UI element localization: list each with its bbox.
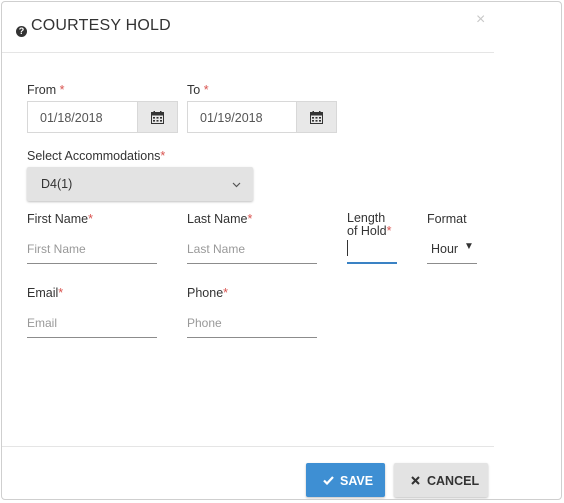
calendar-icon (310, 111, 323, 124)
from-date-field[interactable]: 01/18/2018 (27, 101, 178, 133)
cancel-label: CANCEL (427, 474, 480, 488)
check-icon (323, 476, 334, 485)
courtesy-hold-dialog: ? COURTESY HOLD × From * 01/18/2018 To * (1, 1, 562, 500)
length-of-hold-label: Length of Hold* (347, 212, 391, 238)
required-mark: * (223, 286, 229, 300)
last-name-label: Last Name* (187, 212, 252, 226)
from-label: From * (27, 83, 65, 97)
phone-label: Phone* (187, 286, 228, 300)
accommodations-label: Select Accommodations* (27, 149, 165, 163)
save-label: SAVE (340, 474, 374, 488)
chevron-down-icon (232, 182, 241, 188)
question-circle-icon[interactable]: ? (16, 26, 27, 37)
required-mark: * (88, 212, 93, 226)
first-name-label-text: First Name (27, 212, 89, 226)
format-label: Format (427, 212, 467, 226)
format-select[interactable]: Hour ▼ (427, 236, 477, 264)
to-calendar-button[interactable] (296, 102, 336, 132)
last-name-input[interactable] (187, 242, 317, 256)
phone-input[interactable] (187, 316, 317, 330)
length-of-hold-field[interactable] (347, 236, 397, 264)
phone-label-text: Phone (187, 286, 224, 300)
from-label-text: From (27, 83, 57, 97)
required-mark: * (58, 286, 64, 300)
first-name-label: First Name* (27, 212, 93, 226)
last-name-label-text: Last Name (187, 212, 248, 226)
accommodations-select[interactable]: D4(1) (27, 167, 253, 201)
required-mark: * (160, 149, 166, 163)
email-input[interactable] (27, 316, 157, 330)
to-date-field[interactable]: 01/19/2018 (187, 101, 337, 133)
last-name-field[interactable] (187, 236, 317, 264)
x-icon (411, 476, 420, 485)
email-field[interactable] (27, 310, 157, 338)
length-label-line1: Length (347, 211, 386, 225)
close-icon[interactable]: × (476, 11, 485, 29)
dialog-title: COURTESY HOLD (31, 17, 171, 34)
cancel-button[interactable]: CANCEL (394, 463, 488, 497)
accommodations-label-text: Select Accommodations (27, 149, 161, 163)
length-of-hold-input[interactable] (347, 242, 397, 256)
dialog-header: ? COURTESY HOLD (2, 2, 494, 53)
accommodations-value: D4(1) (41, 177, 73, 191)
save-button[interactable]: SAVE (306, 463, 385, 497)
first-name-field[interactable] (27, 236, 157, 264)
email-label: Email* (27, 286, 63, 300)
calendar-icon (151, 111, 164, 124)
to-label: To * (187, 83, 209, 97)
required-mark: * (247, 212, 253, 226)
required-mark: * (203, 83, 209, 97)
dialog-footer-divider (2, 446, 494, 447)
from-date-value[interactable]: 01/18/2018 (40, 111, 103, 125)
dropdown-arrow-icon: ▼ (464, 241, 474, 252)
to-label-text: To (187, 83, 201, 97)
first-name-input[interactable] (27, 242, 157, 256)
email-label-text: Email (27, 286, 59, 300)
phone-field[interactable] (187, 310, 317, 338)
to-date-value[interactable]: 01/19/2018 (200, 111, 263, 125)
from-calendar-button[interactable] (137, 102, 177, 132)
format-value: Hour (431, 242, 459, 256)
required-mark: * (59, 83, 65, 97)
